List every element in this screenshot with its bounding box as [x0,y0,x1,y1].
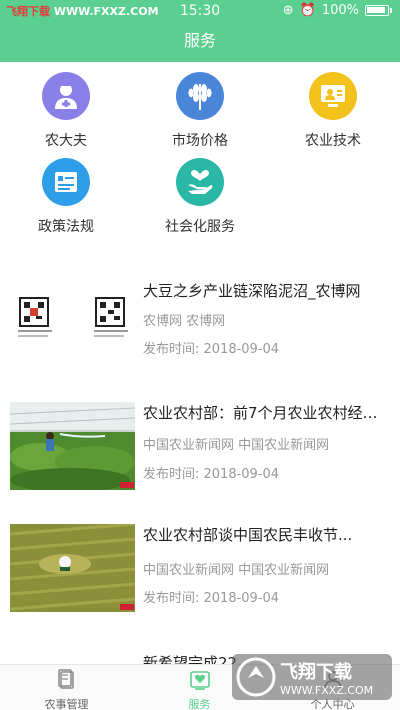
status-bar: 飞翔下载 WWW.FXXZ.COM 15:30 ⊕ ⏰ 100% [0,0,400,22]
battery-icon [365,5,389,16]
service-icon [189,671,210,690]
news-source: 中国农业新闻网 中国农业新闻网 [143,563,330,578]
news-date: 发布时间: 2018-09-04 [143,467,280,482]
alarm-icon: ⏰ [299,3,316,18]
notebook-icon [57,669,74,689]
page-title: 服务 [183,31,216,50]
battery-tip [390,8,392,13]
service-agri-tech[interactable]: 农业技术 [278,72,388,150]
service-label: 农大夫 [45,133,87,149]
news-title: 大豆之乡产业链深陷泥沼_农博网 [143,282,361,300]
watermark-brand: 飞翔下载 [280,661,352,683]
status-indicators: ⊕ ⏰ 100% [283,3,392,18]
service-social[interactable]: 社会化服务 [145,158,255,236]
battery-percent: 100% [321,3,359,18]
news-thumbnail [10,402,135,490]
service-label: 政策法规 [38,219,94,235]
doctor-icon [42,72,90,120]
watermark-url: WWW.FXXZ.COM [280,684,373,697]
news-title: 农业农村部：前7个月农业农村经济... [143,404,388,422]
service-grid: 农大夫 市场价格 农业技术 政策法规 社会化服务 [0,62,400,240]
service-market-price[interactable]: 市场价格 [145,72,255,150]
news-item[interactable]: 农业农村部谈中国农民丰收节... 中国农业新闻网 中国农业新闻网 发布时间: 2… [0,524,400,619]
hand-heart-icon [176,158,224,206]
service-label: 市场价格 [172,133,228,149]
watermark: 飞翔下载 WWW.FXXZ.COM [232,648,392,704]
news-date: 发布时间: 2018-09-04 [143,591,280,606]
service-policy[interactable]: 政策法规 [11,158,121,236]
service-label: 农业技术 [305,133,361,149]
document-icon [42,158,90,206]
news-source: 中国农业新闻网 中国农业新闻网 [143,438,330,453]
news-item[interactable]: 农业农村部：前7个月农业农村经济... 中国农业新闻网 中国农业新闻网 发布时间… [0,402,400,497]
news-date: 发布时间: 2018-09-04 [143,342,280,357]
lock-rotation-icon: ⊕ [282,3,294,18]
nav-bar: 服务 [0,22,400,62]
wheat-icon [176,72,224,120]
tab-label: 农事管理 [44,698,89,710]
news-thumbnail [10,524,135,612]
news-item[interactable]: 大豆之乡产业链深陷泥沼_农博网 农博网 农博网 发布时间: 2018-09-04 [0,280,400,378]
news-source: 农博网 农博网 [143,314,226,329]
service-nongdafu[interactable]: 农大夫 [11,72,121,150]
tab-farm-management[interactable]: 农事管理 [0,669,133,710]
service-label: 社会化服务 [165,219,235,235]
news-thumbnail [10,290,135,378]
news-title: 农业农村部谈中国农民丰收节... [143,526,353,544]
presentation-icon [309,72,357,120]
